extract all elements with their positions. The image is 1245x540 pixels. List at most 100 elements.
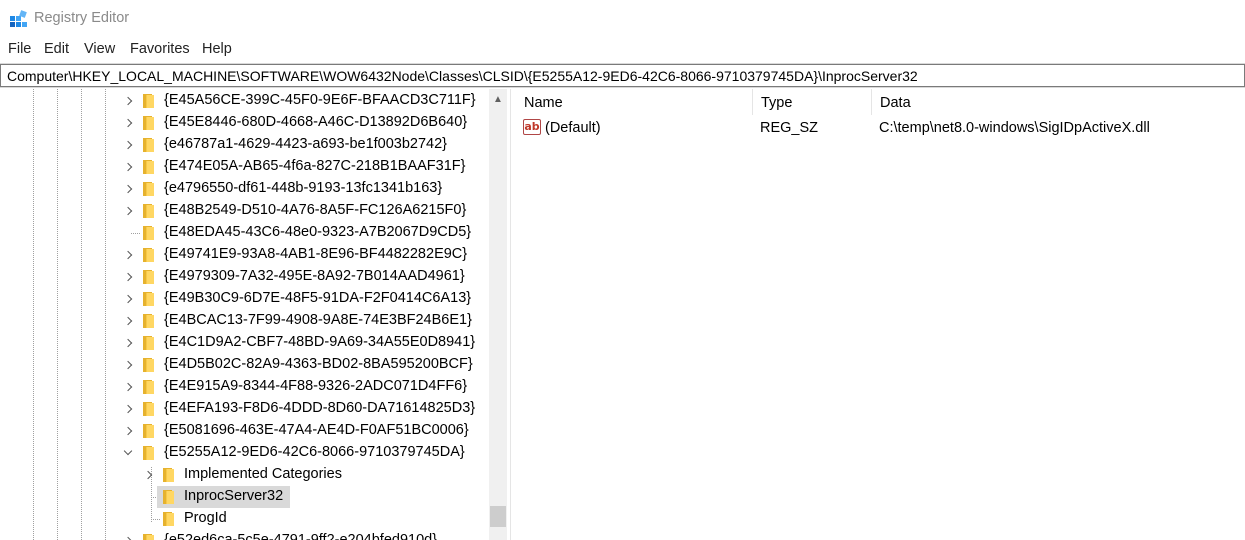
column-header-name[interactable]: Name [516, 89, 753, 115]
folder-icon [143, 94, 157, 108]
tree-item-label: InprocServer32 [184, 488, 284, 504]
tree-item-label: {E474E05A-AB65-4f6a-827C-218B1BAAF31F} [164, 158, 466, 174]
chevron-right-icon[interactable] [121, 112, 135, 134]
menu-file[interactable]: File [8, 41, 31, 57]
value-type: REG_SZ [760, 120, 819, 136]
tree-subkey-item[interactable]: Implemented Categories [0, 464, 488, 486]
chevron-right-icon[interactable] [121, 244, 135, 266]
tree-key-item[interactable]: {E4979309-7A32-495E-8A92-7B014AAD4961} [0, 266, 488, 288]
tree-key-item[interactable]: {E45E8446-680D-4668-A46C-D13892D6B640} [0, 112, 488, 134]
folder-icon [163, 512, 177, 526]
folder-icon [143, 358, 157, 372]
column-header-name-label: Name [524, 95, 563, 111]
value-name: (Default) [545, 120, 601, 136]
tree-key-item[interactable]: {E4C1D9A2-CBF7-48BD-9A69-34A55E0D8941} [0, 332, 488, 354]
menu-favorites[interactable]: Favorites [130, 41, 190, 57]
key-tree: {E45A56CE-399C-45F0-9E6F-BFAACD3C711F} {E… [0, 89, 510, 540]
chevron-right-icon[interactable] [121, 398, 135, 420]
tree-key-item[interactable]: {E48B2549-D510-4A76-8A5F-FC126A6215F0} [0, 200, 488, 222]
column-header-data-label: Data [880, 95, 911, 111]
address-input[interactable]: Computer\HKEY_LOCAL_MACHINE\SOFTWARE\WOW… [0, 64, 1245, 87]
folder-icon [143, 204, 157, 218]
address-bar: Computer\HKEY_LOCAL_MACHINE\SOFTWARE\WOW… [0, 63, 1245, 88]
folder-icon [143, 160, 157, 174]
registry-editor-icon [10, 10, 27, 27]
tree-key-item[interactable]: {E4EFA193-F8D6-4DDD-8D60-DA71614825D3} [0, 398, 488, 420]
chevron-right-icon[interactable] [121, 310, 135, 332]
tree-subkey-item[interactable]: InprocServer32 [0, 486, 488, 508]
value-row[interactable]: ab (Default) REG_SZ C:\temp\net8.0-windo… [516, 116, 1245, 140]
chevron-right-icon[interactable] [121, 530, 135, 540]
menu-view[interactable]: View [84, 41, 115, 57]
chevron-right-icon[interactable] [121, 134, 135, 156]
chevron-right-icon[interactable] [121, 376, 135, 398]
chevron-right-icon[interactable] [121, 332, 135, 354]
folder-icon [143, 402, 157, 416]
tree-scrollbar[interactable]: ▲ [489, 89, 507, 540]
tree-item-label: Implemented Categories [184, 466, 342, 482]
value-data: C:\temp\net8.0-windows\SigIDpActiveX.dll [879, 120, 1150, 136]
tree-key-item[interactable]: {E4D5B02C-82A9-4363-BD02-8BA595200BCF} [0, 354, 488, 376]
chevron-right-icon[interactable] [121, 178, 135, 200]
folder-icon [143, 424, 157, 438]
tree-item-label: {E4D5B02C-82A9-4363-BD02-8BA595200BCF} [164, 356, 473, 372]
tree-key-item[interactable]: {E4BCAC13-7F99-4908-9A8E-74E3BF24B6E1} [0, 310, 488, 332]
folder-icon [143, 380, 157, 394]
chevron-right-icon[interactable] [121, 156, 135, 178]
chevron-right-icon[interactable] [141, 464, 155, 486]
folder-icon [143, 116, 157, 130]
tree-item-label: {E49B30C9-6D7E-48F5-91DA-F2F0414C6A13} [164, 290, 472, 306]
folder-icon [143, 534, 157, 540]
chevron-right-icon[interactable] [121, 288, 135, 310]
folder-icon [143, 248, 157, 262]
folder-icon [143, 270, 157, 284]
chevron-right-icon[interactable] [121, 90, 135, 112]
folder-icon [163, 490, 177, 504]
chevron-down-icon[interactable] [121, 442, 135, 464]
tree-item-label: {E4979309-7A32-495E-8A92-7B014AAD4961} [164, 268, 465, 284]
pane-splitter[interactable] [510, 89, 515, 540]
folder-icon [143, 336, 157, 350]
tree-key-item[interactable]: {e52ed6ca-5c5e-4791-9ff2-e204bfed910d} [0, 530, 488, 540]
column-header-type[interactable]: Type [753, 89, 872, 115]
tree-item-label: {E4EFA193-F8D6-4DDD-8D60-DA71614825D3} [164, 400, 476, 416]
tree-item-label: ProgId [184, 510, 227, 526]
tree-item-label: {E4E915A9-8344-4F88-9326-2ADC071D4FF6} [164, 378, 468, 394]
tree-subkey-item[interactable]: ProgId [0, 508, 488, 530]
tree-key-item[interactable]: {e46787a1-4629-4423-a693-be1f003b2742} [0, 134, 488, 156]
folder-icon [163, 468, 177, 482]
tree-item-label: {E5255A12-9ED6-42C6-8066-9710379745DA} [164, 444, 465, 460]
tree-key-item[interactable]: {E5081696-463E-47A4-AE4D-F0AF51BC0006} [0, 420, 488, 442]
menu-bar: File Edit View Favorites Help [0, 38, 1245, 62]
chevron-right-icon[interactable] [121, 420, 135, 442]
chevron-right-icon[interactable] [121, 354, 135, 376]
folder-icon [143, 138, 157, 152]
window-title: Registry Editor [34, 10, 130, 26]
tree-item-label: {E45E8446-680D-4668-A46C-D13892D6B640} [164, 114, 468, 130]
folder-icon [143, 446, 157, 460]
scroll-up-arrow-icon[interactable]: ▲ [489, 89, 507, 109]
column-header-data[interactable]: Data [872, 89, 1245, 115]
folder-icon [143, 182, 157, 196]
tree-key-item[interactable]: {e4796550-df61-448b-9193-13fc1341b163} [0, 178, 488, 200]
menu-edit[interactable]: Edit [44, 41, 69, 57]
menu-help[interactable]: Help [202, 41, 232, 57]
tree-item-label: {E4BCAC13-7F99-4908-9A8E-74E3BF24B6E1} [164, 312, 472, 328]
tree-key-item[interactable]: {E5255A12-9ED6-42C6-8066-9710379745DA} [0, 442, 488, 464]
tree-key-item[interactable]: {E49B30C9-6D7E-48F5-91DA-F2F0414C6A13} [0, 288, 488, 310]
chevron-right-icon[interactable] [121, 200, 135, 222]
chevron-right-icon[interactable] [121, 266, 135, 288]
tree-item-label: {E45A56CE-399C-45F0-9E6F-BFAACD3C711F} [164, 92, 476, 108]
tree-item-label: {E5081696-463E-47A4-AE4D-F0AF51BC0006} [164, 422, 469, 438]
values-list: Name Type Data ab (Default) REG_SZ C:\te… [516, 89, 1245, 540]
tree-key-item[interactable]: {E45A56CE-399C-45F0-9E6F-BFAACD3C711F} [0, 90, 488, 112]
tree-key-item[interactable]: {E474E05A-AB65-4f6a-827C-218B1BAAF31F} [0, 156, 488, 178]
tree-key-item[interactable]: {E49741E9-93A8-4AB1-8E96-BF4482282E9C} [0, 244, 488, 266]
title-bar: Registry Editor [0, 0, 1245, 38]
tree-item-label: {E48B2549-D510-4A76-8A5F-FC126A6215F0} [164, 202, 467, 218]
scrollbar-thumb[interactable] [490, 506, 506, 527]
folder-icon [143, 292, 157, 306]
tree-item-label: {e52ed6ca-5c5e-4791-9ff2-e204bfed910d} [164, 532, 438, 540]
tree-key-item[interactable]: {E4E915A9-8344-4F88-9326-2ADC071D4FF6} [0, 376, 488, 398]
tree-key-item[interactable]: {E48EDA45-43C6-48e0-9323-A7B2067D9CD5} [0, 222, 488, 244]
